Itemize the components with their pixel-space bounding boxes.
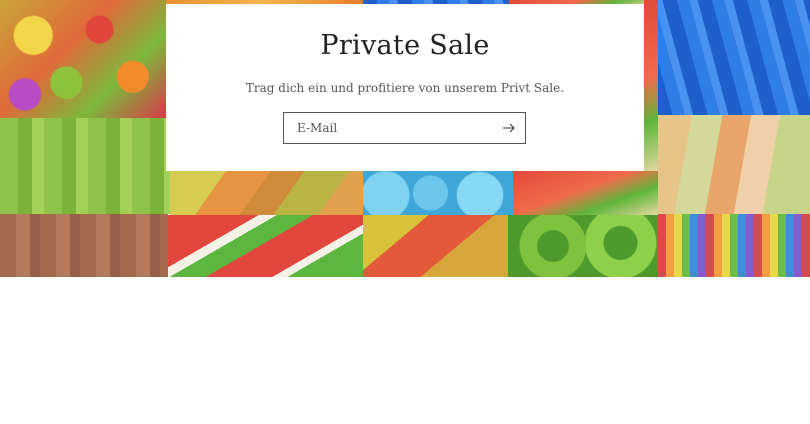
private-sale-popup: Private Sale Trag dich ein und profitier… xyxy=(166,4,644,171)
candy-tile-fruit-rings xyxy=(0,0,166,118)
candy-tile-watermelon-side xyxy=(644,0,658,172)
candy-tile-watermelon xyxy=(168,215,363,277)
candy-tile-red-slices xyxy=(513,171,658,215)
candy-tile-fizzy-mix xyxy=(170,171,363,215)
popup-subtitle: Trag dich ein und profitiere von unserem… xyxy=(245,81,565,95)
candy-tile-blue-strips xyxy=(658,0,810,115)
candy-tile-cola-strips xyxy=(0,214,168,277)
candy-tile-green-rings xyxy=(508,215,658,277)
submit-button[interactable] xyxy=(493,113,525,143)
candy-tile-pastel-sticks xyxy=(658,115,810,214)
candy-tile-green-strips xyxy=(0,118,170,214)
arrow-right-icon xyxy=(503,123,515,133)
email-input[interactable] xyxy=(284,113,494,143)
popup-title: Private Sale xyxy=(320,30,490,61)
candy-tile-rainbow-strips xyxy=(658,214,810,277)
candy-tile-bottles xyxy=(363,215,508,277)
newsletter-form xyxy=(283,112,526,144)
candy-tile-blue-balls xyxy=(363,171,513,215)
